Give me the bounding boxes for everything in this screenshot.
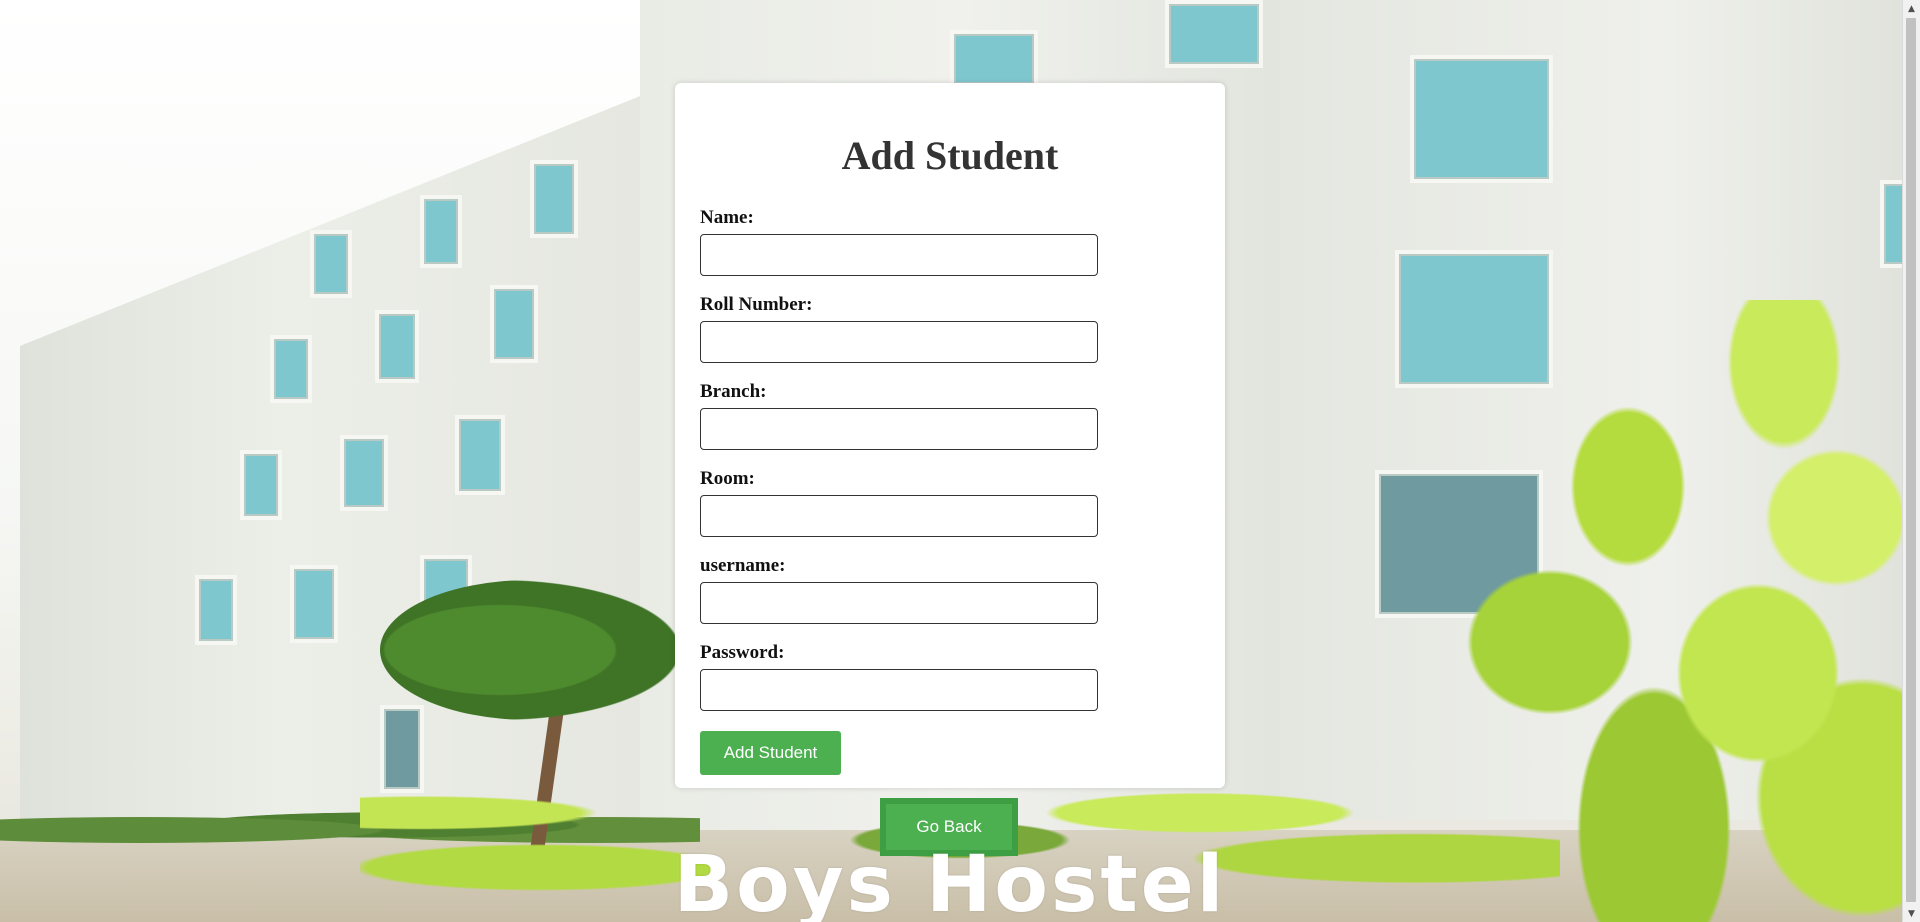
background-window — [195, 575, 237, 645]
username-input[interactable] — [700, 582, 1098, 624]
background-window — [310, 230, 352, 298]
background-window — [375, 310, 419, 383]
room-input[interactable] — [700, 495, 1098, 537]
branch-label: Branch: — [700, 381, 767, 402]
roll-number-label: Roll Number: — [700, 294, 813, 315]
name-input[interactable] — [700, 234, 1098, 276]
background-tree — [380, 580, 680, 720]
add-student-form: Add Student Name: Roll Number: Branch: R… — [675, 83, 1225, 788]
background-window — [490, 285, 538, 363]
background-window — [420, 195, 462, 268]
password-label: Password: — [700, 642, 785, 663]
background-window — [240, 450, 282, 520]
background-window — [340, 435, 388, 511]
background-window — [530, 160, 578, 238]
background-window — [455, 415, 505, 495]
background-window — [1165, 0, 1263, 68]
background-window — [270, 335, 312, 403]
form-title: Add Student — [841, 133, 1059, 178]
page-viewport: Add Student Name: Roll Number: Branch: R… — [0, 0, 1920, 922]
add-student-button[interactable]: Add Student — [700, 731, 841, 775]
room-label: Room: — [700, 468, 755, 489]
scroll-up-arrow-icon[interactable]: ▲ — [1903, 0, 1920, 17]
scroll-down-arrow-icon[interactable]: ▼ — [1903, 905, 1920, 922]
background-window — [950, 30, 1038, 88]
hostel-banner-text: Boys Hostel — [673, 840, 1227, 922]
scrollbar-thumb[interactable] — [1906, 18, 1916, 902]
name-label: Name: — [700, 207, 754, 228]
branch-input[interactable] — [700, 408, 1098, 450]
roll-number-input[interactable] — [700, 321, 1098, 363]
password-input[interactable] — [700, 669, 1098, 711]
background-window — [290, 565, 338, 643]
background-window — [1410, 55, 1553, 183]
vertical-scrollbar[interactable]: ▲ ▼ — [1902, 0, 1920, 922]
username-label: username: — [700, 555, 786, 576]
